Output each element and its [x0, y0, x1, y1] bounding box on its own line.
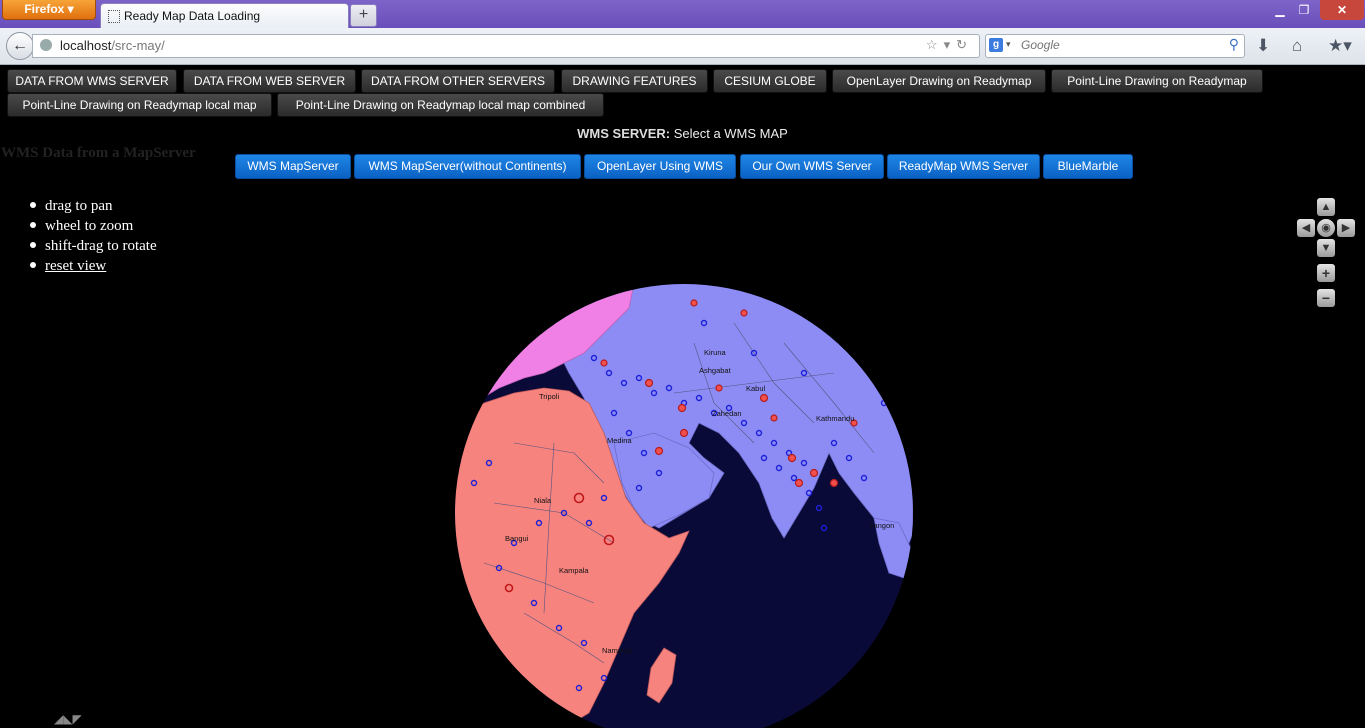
zoom-in-icon[interactable]: + [1317, 264, 1335, 282]
back-arrow-icon[interactable]: ← [6, 32, 34, 60]
side-title: WMS Data from a MapServer [1, 145, 196, 161]
url-text: localhost/src-may/ [60, 38, 165, 53]
tab-title: Ready Map Data Loading [124, 9, 261, 23]
pan-down-icon[interactable]: ▼ [1317, 239, 1335, 257]
firefox-menu-button[interactable]: Firefox ▾ [2, 0, 96, 20]
bluemarble-button[interactable]: BlueMarble [1043, 154, 1133, 179]
map-label-nampula: Nampula [602, 646, 633, 655]
title-bar: Firefox ▾ Ready Map Data Loading + ▁ ❐ ✕ [0, 0, 1365, 29]
search-icon[interactable]: ⚲ [1229, 36, 1239, 53]
pan-left-icon[interactable]: ◀ [1297, 219, 1315, 237]
bookmarks-icon[interactable]: ★▾ [1328, 36, 1352, 56]
map-label-medina: Medina [607, 436, 632, 445]
map-label-zahedan: Zahedan [712, 409, 742, 418]
compass-icon[interactable]: ◉ [1317, 219, 1335, 237]
new-tab-button[interactable]: + [350, 4, 377, 27]
help-item: shift-drag to rotate [30, 236, 157, 256]
map-label-bangui: Bangui [505, 534, 529, 543]
own-wms-server-button[interactable]: Our Own WMS Server [740, 154, 884, 179]
help-item: wheel to zoom [30, 216, 157, 236]
openlayer-wms-button[interactable]: OpenLayer Using WMS [584, 154, 736, 179]
help-list: drag to pan wheel to zoom shift-drag to … [30, 196, 157, 276]
menu-point-line-local-combined[interactable]: Point-Line Drawing on Readymap local map… [277, 93, 604, 117]
restore-button[interactable]: ❐ [1291, 0, 1317, 20]
map-label-yangon: Yangon [869, 521, 894, 530]
help-item: reset view [30, 256, 157, 276]
menu-data-from-web-server[interactable]: DATA FROM WEB SERVER [183, 69, 356, 93]
wms-mapserver-button[interactable]: WMS MapServer [235, 154, 351, 179]
menu-point-line-drawing[interactable]: Point-Line Drawing on Readymap [1051, 69, 1263, 93]
map-label-niala: Niala [534, 496, 552, 505]
menu-cesium-globe[interactable]: CESIUM GLOBE [713, 69, 827, 93]
bookmark-star-icon[interactable]: ☆ [926, 37, 944, 52]
google-icon[interactable]: g [989, 38, 1003, 52]
url-bar[interactable]: localhost/src-may/ ☆▾↻ [32, 34, 980, 58]
tab-ready-map[interactable]: Ready Map Data Loading [100, 3, 349, 29]
pan-up-icon[interactable]: ▲ [1317, 198, 1335, 216]
wms-heading: WMS SERVER: Select a WMS MAP [577, 126, 788, 141]
nav-bar: ← localhost/src-may/ ☆▾↻ g ▾ ⚲ ⬇ ⌂ ★▾ [0, 28, 1365, 65]
map-label-kiruna: Kiruna [704, 348, 727, 357]
wms-mapserver-no-continents-button[interactable]: WMS MapServer(without Continents) [354, 154, 581, 179]
map-label-kampala: Kampala [559, 566, 589, 575]
map-label-kathmandu: Kathmandu [816, 414, 854, 423]
reload-icon[interactable]: ↻ [956, 37, 973, 52]
map-label-ashgabat: Ashgabat [699, 366, 732, 375]
menu-openlayer-drawing[interactable]: OpenLayer Drawing on Readymap [832, 69, 1046, 93]
menu-data-from-wms-server[interactable]: DATA FROM WMS SERVER [7, 69, 177, 93]
menu-point-line-local[interactable]: Point-Line Drawing on Readymap local map [7, 93, 272, 117]
reset-view-link[interactable]: reset view [45, 258, 106, 274]
dropdown-icon[interactable]: ▾ [944, 37, 957, 52]
menu-data-from-other-servers[interactable]: DATA FROM OTHER SERVERS [361, 69, 555, 93]
close-button[interactable]: ✕ [1320, 0, 1364, 20]
map-label-tripoli: Tripoli [539, 392, 559, 401]
search-bar[interactable]: g ▾ ⚲ [985, 34, 1245, 58]
menu-drawing-features[interactable]: DRAWING FEATURES [561, 69, 708, 93]
globe-icon [40, 39, 52, 51]
zoom-out-icon[interactable]: − [1317, 289, 1335, 307]
home-icon[interactable]: ⌂ [1292, 36, 1302, 56]
map-label-kabul: Kabul [746, 384, 766, 393]
pan-right-icon[interactable]: ▶ [1337, 219, 1355, 237]
globe-map[interactable]: Kiruna Tripoli Ashgabat Kabul Zahedan Me… [454, 283, 913, 728]
minimize-button[interactable]: ▁ [1267, 0, 1293, 20]
page-icon [108, 10, 120, 23]
help-item: drag to pan [30, 196, 157, 216]
download-icon[interactable]: ⬇ [1256, 36, 1270, 56]
map-navigation-control: ▲ ◀ ◉ ▶ ▼ + − [1296, 198, 1358, 310]
search-input[interactable] [1021, 38, 1211, 52]
url-actions[interactable]: ☆▾↻ [926, 37, 973, 53]
map-logo-icon: ◢◣◤ [54, 712, 82, 726]
readymap-wms-button[interactable]: ReadyMap WMS Server [887, 154, 1040, 179]
chevron-down-icon[interactable]: ▾ [1006, 39, 1011, 50]
